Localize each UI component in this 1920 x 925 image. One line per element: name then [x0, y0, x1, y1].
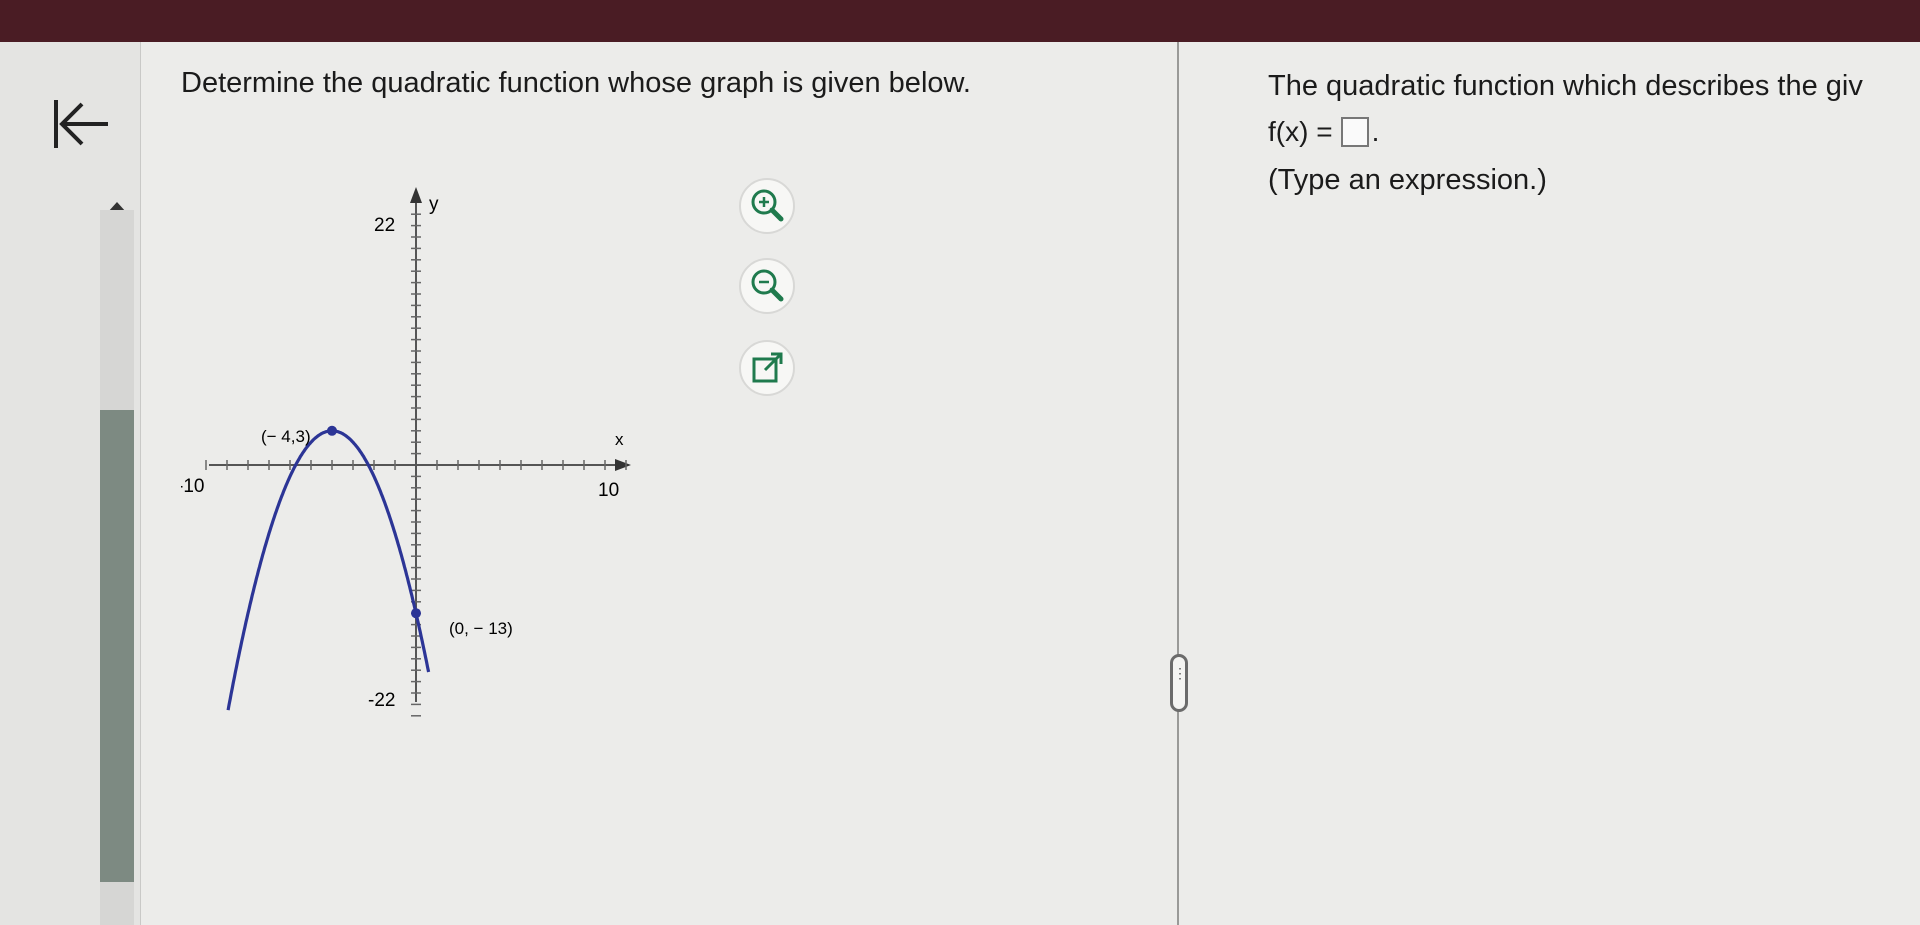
app-window: Determine the quadratic function whose g… — [0, 42, 1920, 925]
intercept-label: (0, − 13) — [449, 619, 513, 638]
y-max-label: 22 — [374, 215, 395, 236]
vertex-label: (− 4,3) — [261, 427, 311, 446]
answer-pane: The quadratic function which describes t… — [1180, 42, 1920, 925]
top-bar — [0, 0, 1920, 42]
popout-icon — [752, 352, 783, 383]
answer-period: . — [1371, 116, 1380, 147]
zoom-in-icon — [751, 189, 784, 222]
y-min-label: -22 — [368, 690, 395, 711]
answer-prompt: The quadratic function which describes t… — [1268, 70, 1863, 102]
back-to-start-icon — [54, 100, 108, 148]
answer-row: f(x) = . — [1268, 116, 1379, 148]
scrollbar-track[interactable] — [100, 210, 134, 925]
scrollbar-thumb[interactable] — [100, 410, 134, 882]
question-prompt: Determine the quadratic function whose g… — [181, 67, 971, 99]
popout-button[interactable] — [739, 340, 795, 396]
x-axis-arrow-icon — [615, 459, 631, 471]
answer-input[interactable] — [1340, 117, 1369, 147]
function-lhs: f(x) = — [1268, 116, 1333, 147]
vertex-point — [327, 425, 337, 436]
graph: y x 22 -22 -10 10 (− 4,3) (0, − 13) — [181, 187, 631, 717]
zoom-out-icon — [751, 269, 784, 302]
answer-hint: (Type an expression.) — [1268, 164, 1547, 196]
x-min-label: -10 — [181, 476, 204, 497]
x-axis-label: x — [615, 430, 624, 449]
y-axis-label: y — [429, 194, 439, 215]
question-pane: Determine the quadratic function whose g… — [141, 42, 1177, 925]
zoom-in-button[interactable] — [739, 178, 795, 234]
y-intercept-point — [411, 608, 421, 619]
x-max-label: 10 — [598, 480, 619, 501]
pane-divider — [1177, 42, 1179, 925]
y-axis-arrow-icon — [410, 187, 422, 203]
parabola-curve — [226, 429, 431, 711]
back-button[interactable] — [48, 92, 112, 156]
zoom-out-button[interactable] — [739, 258, 795, 314]
left-rail — [0, 42, 141, 925]
